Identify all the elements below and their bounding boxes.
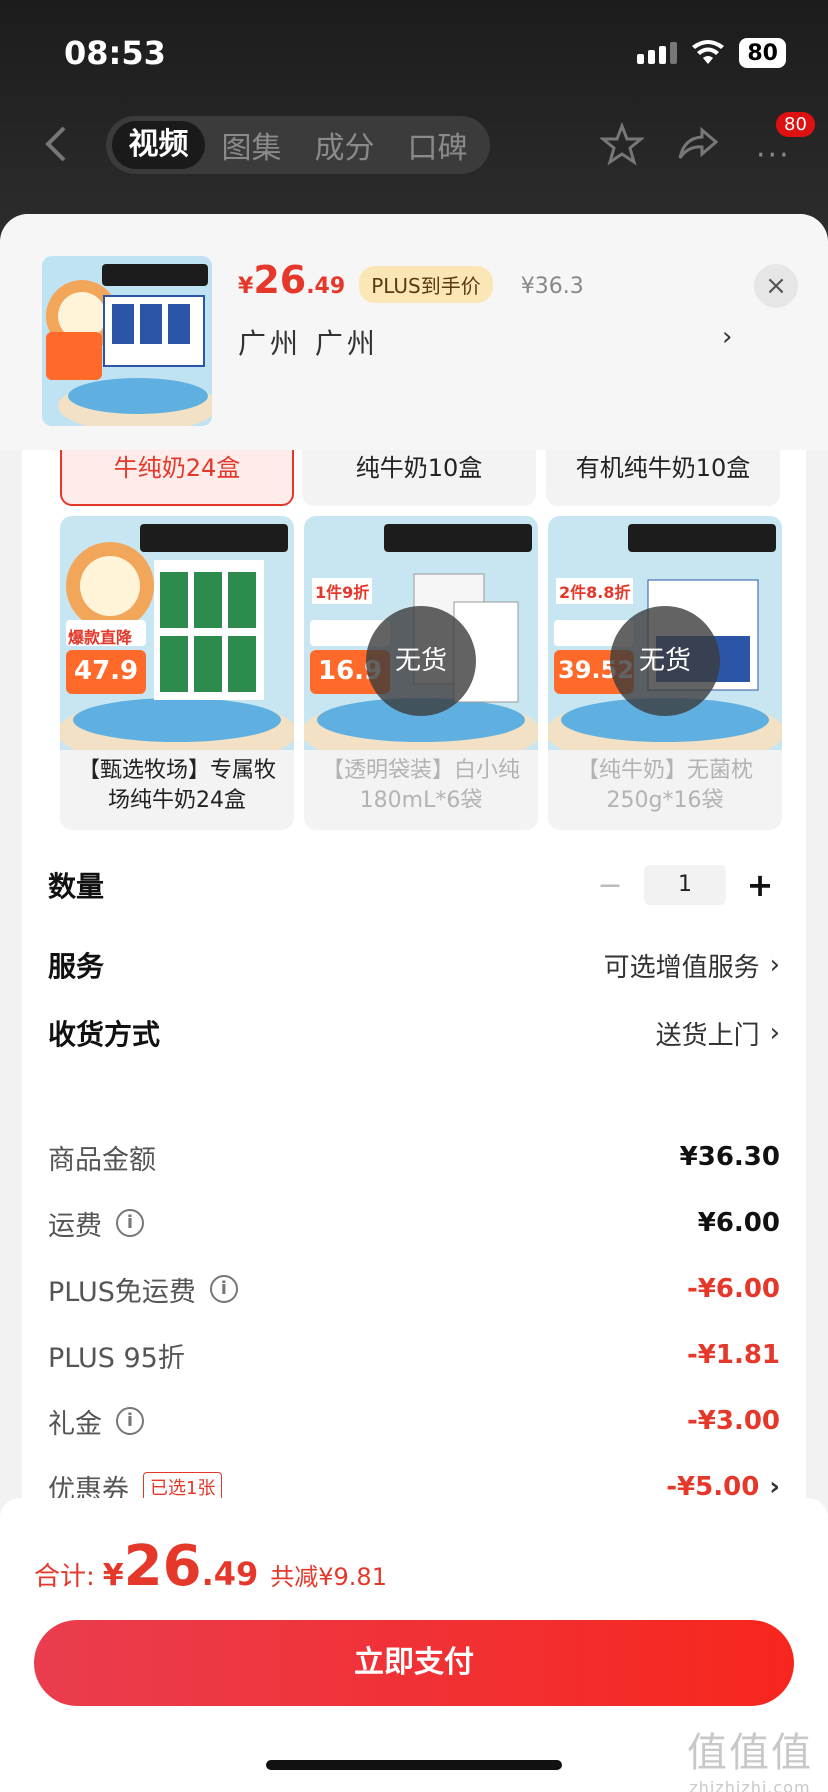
variant-option-selected[interactable]: 牛纯奶24盒: [60, 450, 294, 506]
delivery-label: 收货方式: [48, 1018, 161, 1051]
increment-button[interactable]: +: [740, 866, 780, 904]
top-nav: 视频 图集 成分 口碑 ··· 80: [0, 112, 828, 178]
total-integer: 26: [123, 1534, 202, 1599]
price-label: PLUS 95折: [48, 1342, 185, 1374]
sold-out-badge: 无货: [610, 606, 720, 716]
status-icons: 80: [637, 38, 786, 68]
price-decimal: .49: [306, 274, 346, 299]
original-price: ¥36.3: [520, 274, 584, 299]
delivery-value-group: 送货上门 ›: [656, 1015, 780, 1052]
checkout-bar: 合计: ¥ 26 .49 共减¥9.81 立即支付 值值值 zhizhizhi.…: [0, 1498, 828, 1792]
tab-ingredients[interactable]: 成分: [298, 123, 391, 167]
price-label: 礼金: [48, 1408, 102, 1440]
price-label: PLUS免运费: [48, 1276, 196, 1308]
price-value: -¥1.81: [686, 1340, 780, 1370]
price-label-group: PLUS免运费 i: [48, 1270, 238, 1309]
quantity-row: 数量 − 1 +: [48, 860, 780, 910]
status-bar: 08:53 80: [0, 30, 828, 80]
tab-video[interactable]: 视频: [112, 121, 205, 169]
variant-card[interactable]: 1件9折 16.9 无货 【透明袋装】白小纯180mL*6袋: [304, 516, 538, 830]
variant-promo-badge: 2件8.8折: [556, 578, 634, 604]
variant-image: 爆款直降 47.9: [60, 516, 294, 766]
total-savings: 共减¥9.81: [270, 1563, 387, 1591]
price-value: -¥3.00: [686, 1406, 780, 1436]
quantity-label: 数量: [48, 870, 105, 903]
price-row-subtotal: 商品金额 ¥36.30: [48, 1134, 780, 1180]
price-value: -¥6.00: [686, 1274, 780, 1304]
watermark: 值值值 zhizhizhi.com: [680, 1720, 820, 1792]
service-label: 服务: [48, 950, 105, 983]
chevron-right-icon[interactable]: ›: [722, 322, 732, 352]
variant-promo-price: 47.9: [74, 656, 139, 686]
delivery-value: 送货上门: [655, 1020, 760, 1051]
variant-name: 【甄选牧场】专属牧场纯牛奶24盒: [77, 758, 276, 813]
chevron-right-icon: ›: [769, 950, 780, 980]
status-time: 08:53: [64, 34, 166, 72]
price-row-shipping: 运费 i ¥6.00: [48, 1200, 780, 1246]
plus-price-tag: PLUS到手价: [359, 266, 493, 303]
info-icon[interactable]: i: [116, 1407, 144, 1435]
tab-reviews[interactable]: 口碑: [391, 123, 484, 167]
variant-card[interactable]: 爆款直降 47.9 【甄选牧场】专属牧场纯牛奶24盒: [60, 516, 294, 830]
share-icon[interactable]: [676, 124, 720, 164]
decrement-button[interactable]: −: [590, 868, 630, 903]
variant-name: 【纯牛奶】无菌枕250g*16袋: [576, 758, 753, 813]
delivery-row[interactable]: 收货方式 送货上门 ›: [48, 1008, 780, 1058]
price-row-gift: 礼金 i -¥3.00: [48, 1398, 780, 1444]
price-label: 商品金额: [48, 1144, 156, 1176]
sold-out-badge: 无货: [366, 606, 476, 716]
price-value: ¥6.00: [697, 1208, 780, 1238]
delivery-location[interactable]: 广州 广州: [238, 322, 379, 362]
total-currency: ¥: [102, 1558, 124, 1593]
more-icon[interactable]: ···: [756, 138, 791, 173]
tab-gallery[interactable]: 图集: [205, 123, 298, 167]
variant-promo-badge: 1件9折: [312, 578, 373, 604]
star-icon[interactable]: [600, 122, 644, 166]
battery-indicator: 80: [739, 38, 786, 68]
variant-row-partial: 牛纯奶24盒 纯牛奶10盒 有机纯牛奶10盒: [0, 450, 828, 508]
pay-now-button[interactable]: 立即支付: [34, 1620, 794, 1706]
product-header: ¥ 26 .49 PLUS到手价 ¥36.3 广州 广州 › ×: [0, 214, 828, 450]
variant-image: 2件8.8折 39.52 无货: [548, 516, 782, 766]
price-label-group: 运费 i: [48, 1204, 144, 1243]
total-decimal: .49: [201, 1555, 259, 1593]
service-value-group: 可选增值服务 ›: [604, 947, 780, 984]
variant-name: 【透明袋装】白小纯180mL*6袋: [321, 758, 520, 813]
home-indicator: [266, 1760, 562, 1770]
price-label: 运费: [48, 1210, 102, 1242]
info-icon[interactable]: i: [209, 1275, 238, 1303]
info-icon[interactable]: i: [116, 1209, 144, 1237]
signal-icon: [637, 42, 678, 64]
price-row-plus-discount: PLUS 95折 -¥1.81: [48, 1332, 780, 1378]
variant-option[interactable]: 纯牛奶10盒: [302, 450, 536, 506]
service-row[interactable]: 服务 可选增值服务 ›: [48, 940, 780, 990]
watermark-url: zhizhizhi.com: [689, 1778, 811, 1792]
price-integer: 26: [253, 258, 307, 302]
variant-card[interactable]: 2件8.8折 39.52 无货 【纯牛奶】无菌枕250g*16袋: [548, 516, 782, 830]
variant-image: 1件9折 16.9 无货: [304, 516, 538, 766]
total-price: 合计: ¥ 26 .49 共减¥9.81: [34, 1534, 387, 1599]
price-row-plus-shipping: PLUS免运费 i -¥6.00: [48, 1266, 780, 1312]
variant-promo-badge: 爆款直降: [68, 628, 133, 647]
back-icon[interactable]: [38, 122, 78, 166]
product-thumbnail: [42, 256, 212, 426]
notification-badge: 80: [776, 112, 815, 137]
watermark-logo: 值值值: [687, 1730, 813, 1776]
media-tabs: 视频 图集 成分 口碑: [106, 116, 490, 174]
sheet-price: ¥ 26 .49 PLUS到手价 ¥36.3: [238, 258, 584, 303]
total-label: 合计:: [34, 1562, 95, 1592]
quantity-input[interactable]: 1: [644, 865, 726, 905]
close-button[interactable]: ×: [754, 264, 798, 308]
chevron-right-icon: ›: [769, 1018, 780, 1048]
quantity-stepper: − 1 +: [590, 865, 780, 905]
price-value: ¥36.30: [679, 1142, 780, 1172]
price-label-group: 礼金 i: [48, 1402, 144, 1441]
variant-option[interactable]: 有机纯牛奶10盒: [546, 450, 780, 506]
price-currency: ¥: [238, 274, 254, 299]
wifi-icon: [692, 40, 725, 64]
service-value: 可选增值服务: [603, 952, 760, 983]
